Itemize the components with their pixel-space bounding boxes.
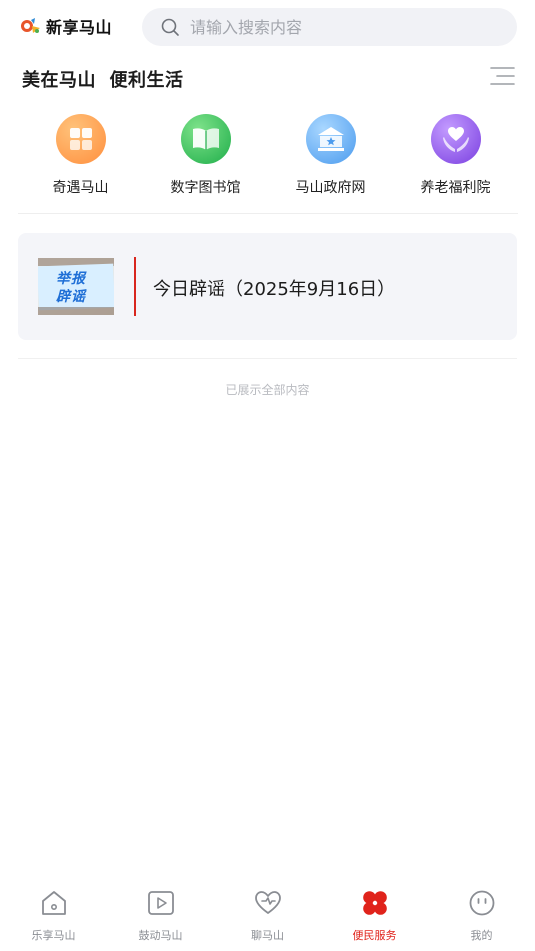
clover-icon	[362, 891, 387, 915]
tab-liao-mashan[interactable]: 聊马山	[214, 880, 321, 951]
smile-icon	[469, 890, 494, 916]
heart-hands-icon	[430, 114, 481, 164]
tab-label: 聊马山	[251, 929, 284, 942]
entry-label: 数字图书馆	[170, 180, 241, 196]
header: 新享马山	[0, 0, 535, 54]
divider	[18, 358, 517, 359]
entry-digital-library[interactable]: 数字图书馆	[143, 114, 268, 213]
card-title: 今日辟谣（2025年9月16日）	[153, 279, 396, 300]
rumor-card[interactable]: 举报 辟谣 今日辟谣（2025年9月16日）	[18, 233, 517, 340]
entry-label: 马山政府网	[295, 180, 366, 196]
thumb-text-line1: 举报	[56, 271, 86, 287]
tab-bianmin-fuwu[interactable]: 便民服务	[321, 880, 428, 951]
tab-label: 乐享马山	[31, 929, 76, 942]
thumb-text-line2: 辟谣	[56, 289, 86, 305]
bottom-tab-bar: 乐享马山 鼓动马山 聊马山 便民服务 我的	[0, 880, 535, 951]
logo-text: 新享马山	[46, 18, 113, 37]
entry-label: 奇遇马山	[52, 180, 109, 196]
tab-gudong-mashan[interactable]: 鼓动马山	[107, 880, 214, 951]
app-logo[interactable]: 新享马山	[20, 14, 112, 38]
entry-government-site[interactable]: 马山政府网	[268, 114, 393, 213]
quick-entries: 奇遇马山 数字图书馆 马山政府网 养老福利院	[18, 114, 518, 214]
card-divider	[134, 257, 136, 316]
tab-mine[interactable]: 我的	[428, 880, 535, 951]
entry-qiyu-mashan[interactable]: 奇遇马山	[18, 114, 143, 213]
menu-icon[interactable]	[489, 64, 515, 88]
tab-label: 便民服务	[352, 929, 397, 942]
end-of-list-text: 已展示全部内容	[225, 383, 310, 397]
tab-lexiang-mashan[interactable]: 乐享马山	[0, 880, 107, 951]
entry-label: 养老福利院	[420, 180, 491, 196]
entry-elderly-home[interactable]: 养老福利院	[393, 114, 518, 213]
book-icon	[180, 114, 231, 164]
section-title: 美在马山 便利生活	[22, 70, 184, 91]
logo-icon	[21, 18, 40, 33]
tab-label: 我的	[470, 929, 493, 942]
home-icon	[41, 891, 66, 915]
search-icon	[161, 18, 179, 36]
government-icon	[305, 114, 356, 164]
search-bar[interactable]	[142, 8, 517, 46]
tab-label: 鼓动马山	[138, 929, 183, 942]
thumb-edge	[38, 307, 114, 315]
chat-heart-icon	[254, 891, 281, 914]
grid-icon	[55, 114, 106, 164]
play-icon	[147, 891, 174, 915]
search-input[interactable]	[190, 17, 490, 37]
report-rumor-thumbnail: 举报 辟谣	[38, 258, 114, 315]
